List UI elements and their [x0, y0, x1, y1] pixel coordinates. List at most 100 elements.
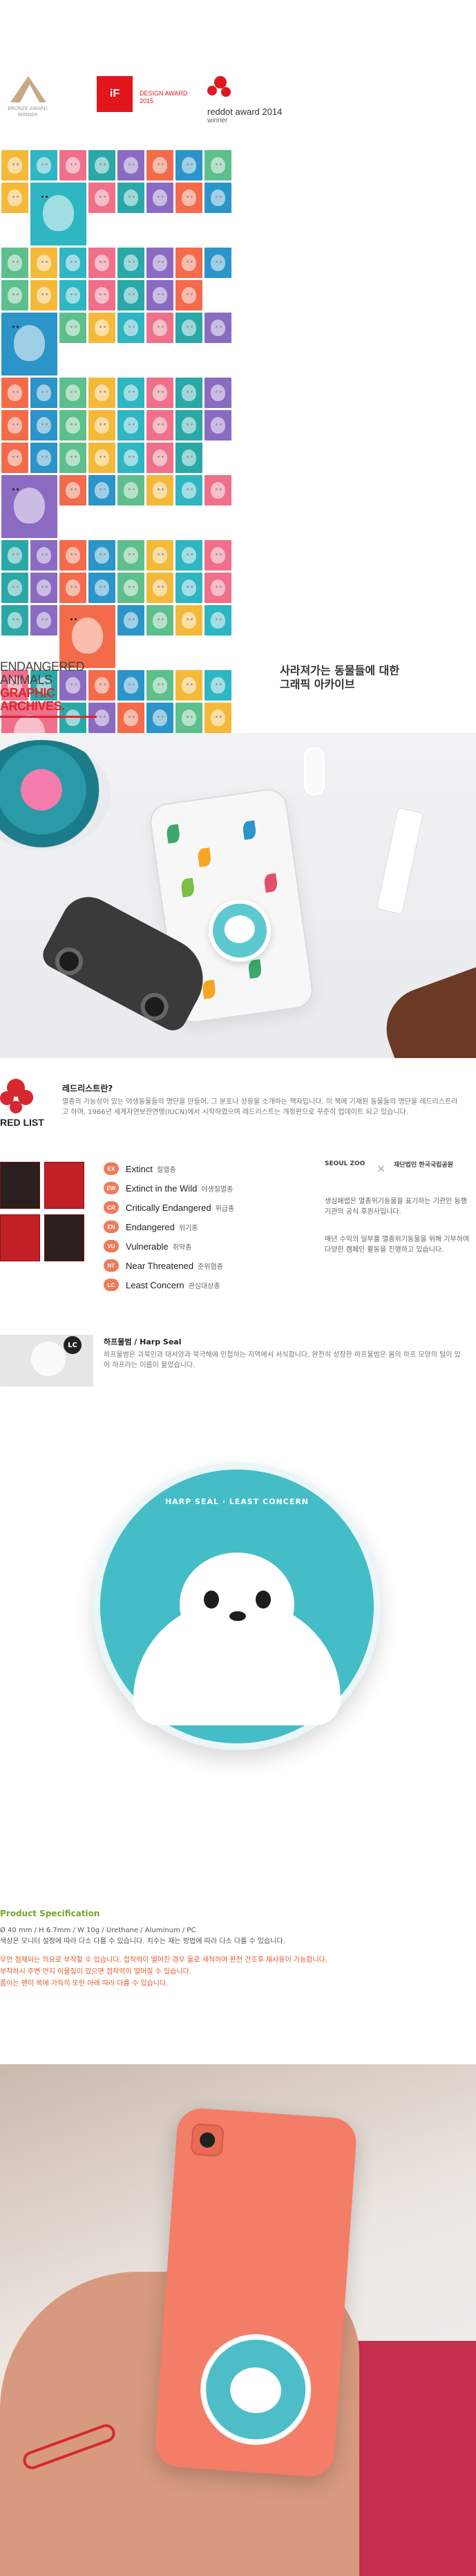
book-cover: [0, 1162, 40, 1209]
category-badge: EN: [104, 1221, 119, 1233]
animal-tile: [117, 150, 144, 180]
animal-tile: [175, 573, 202, 603]
red-list-category: LC Least Concern 관심대상종: [104, 1277, 234, 1293]
spec-warning-1: 무언 첨제되는 의요로 부착할 수 있습니다. 접착력이 떨어진 경우 물로 세…: [0, 1956, 328, 1964]
animal-tile: [59, 280, 86, 311]
animal-tile: [117, 378, 144, 408]
animal-tile: [117, 540, 144, 571]
camera-icon: [190, 2123, 225, 2158]
spec-warning-3: 품이는 팬이 목에 가득히 또한 아래 따라 다를 수 있습니다.: [0, 1980, 169, 1987]
headline-english: ENDANGERED ANIMALS GRAPHIC ARCHIVES.: [0, 660, 97, 718]
book-cover: [0, 1214, 40, 1261]
reddot-award: reddot award 2014 winner: [207, 76, 282, 124]
animal-tile: [59, 573, 86, 603]
earphone-image: [304, 747, 325, 795]
seal-eye: [204, 1591, 219, 1609]
animal-tile: [59, 605, 115, 668]
animal-tile: [59, 313, 86, 343]
lip-balm-image: [376, 807, 424, 915]
bronze-award-caption: BRONZE AWARD WINNER: [8, 106, 48, 118]
animal-tile: [117, 703, 144, 733]
animal-tile: [146, 605, 173, 636]
animal-tile: [88, 248, 115, 278]
spec-dimensions: Ø 40 mm / H 6.7mm / W 10g / Urethane / A…: [0, 1927, 196, 1934]
animal-tile: [146, 443, 173, 473]
animal-tile: [175, 313, 202, 343]
animal-tile: [204, 573, 231, 603]
animal-tile: [88, 378, 115, 408]
animal-tile: [117, 183, 144, 213]
harp-seal-info: LC 하프물범 / Harp Seal 하프물범은 괴북인과 대서양과 북극해에…: [0, 1335, 476, 1390]
if-award-caption: DESIGN AWARD 2015: [140, 90, 188, 104]
animal-tile: [117, 410, 144, 441]
animal-tile: [1, 443, 28, 473]
animal-tile: [30, 540, 57, 571]
reddot-award-caption: reddot award 2014: [207, 106, 283, 117]
animal-tile: [59, 475, 86, 506]
if-award-logo: iF: [97, 76, 133, 112]
headline-line-4: ARCHIVES.: [0, 699, 65, 713]
red-list-logo: [0, 1079, 41, 1120]
animal-tile: [30, 443, 57, 473]
animal-tile: [175, 605, 202, 636]
animal-tile: [1, 313, 57, 376]
animal-tile: [1, 573, 28, 603]
animal-tile: [146, 540, 173, 571]
harp-seal-grip-closeup: HARP SEAL · LEAST CONCERN: [93, 1463, 381, 1750]
animal-tile: [204, 410, 231, 441]
animal-tile: [30, 280, 57, 311]
harp-seal-description: 하프물범은 괴북인과 대서양과 북극해에 인접하는 지역에서 서식합니다. 완전…: [104, 1351, 461, 1369]
red-list-category: EW Extinct in the Wild 야생절멸종: [104, 1180, 234, 1196]
category-badge: EX: [104, 1162, 119, 1175]
animal-tile: [59, 150, 86, 180]
animal-tile: [30, 410, 57, 441]
category-name-ko: 위기종: [178, 1224, 198, 1232]
harp-seal-name: 하프물범 / Harp Seal: [104, 1337, 182, 1346]
animal-tile: [30, 605, 57, 636]
phone-image: [153, 2106, 358, 2478]
red-list-categories: EX Extinct 절멸종 EW Extinct in the Wild 야생절멸종 CR…: [104, 1160, 234, 1296]
animal-tile: [146, 475, 173, 506]
animal-tile: [146, 248, 173, 278]
red-list-category: VU Vulnerable 취약종: [104, 1238, 234, 1254]
seal-grip-image: [196, 2330, 315, 2449]
category-name-en: Vulnerable: [126, 1241, 169, 1252]
product-specification: Product Specification Ø 40 mm / H 6.7mm …: [0, 1909, 476, 1990]
animal-tile: [117, 248, 144, 278]
animal-tile: [146, 703, 173, 733]
partner-logos: SEOUL ZOO × 재단법인 한국국립공원: [325, 1160, 470, 1188]
category-name-ko: 절멸종: [157, 1166, 176, 1174]
animal-tile: [88, 573, 115, 603]
category-name-en: Extinct: [126, 1163, 153, 1174]
animal-tile: [117, 443, 144, 473]
decorative-plate: [0, 740, 111, 851]
animal-tile: [59, 378, 86, 408]
animal-tile: [146, 670, 173, 701]
category-name-ko: 위급종: [215, 1205, 235, 1213]
if-award: iF DESIGN AWARD 2015: [97, 76, 187, 112]
animal-tile: [59, 248, 86, 278]
wood-object-image: [374, 952, 476, 1058]
animal-tile: [59, 410, 86, 441]
animal-tile: [117, 313, 144, 343]
category-name-en: Critically Endangered: [126, 1202, 211, 1213]
animal-tile: [204, 540, 231, 571]
animal-tile: [204, 313, 231, 343]
headline-line-2: ANIMALS: [0, 673, 53, 687]
animal-tile: [175, 540, 202, 571]
seal-eye: [256, 1591, 271, 1609]
animal-tile: [204, 605, 231, 636]
category-badge: VU: [104, 1240, 119, 1252]
animal-tile: [88, 410, 115, 441]
red-list-books: [0, 1162, 90, 1266]
category-name-en: Endangered: [126, 1221, 175, 1232]
red-list-wordmark: RED LIST: [0, 1117, 44, 1128]
headline-korean-line-1: 사라져가는 동물들에 대한: [280, 664, 400, 677]
red-list-category: CR Critically Endangered 위급종: [104, 1199, 234, 1216]
animal-tile: [204, 150, 231, 180]
book-cover: [44, 1214, 84, 1261]
animal-tile: [1, 475, 57, 538]
national-park-logo: 재단법인 한국국립공원: [394, 1162, 453, 1169]
animal-tile: [30, 183, 86, 245]
category-badge: NT: [104, 1259, 119, 1272]
